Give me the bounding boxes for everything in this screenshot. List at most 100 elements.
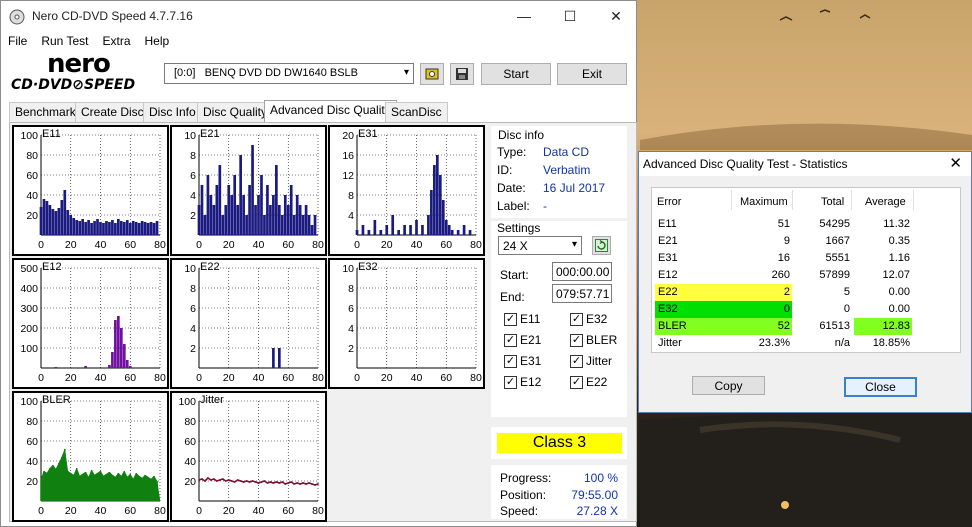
jitter-point [248, 481, 251, 483]
chart-title: E11 [42, 128, 61, 140]
checkmark-icon[interactable]: ✓ [504, 355, 517, 368]
jitter-point [218, 479, 221, 481]
checkmark-icon[interactable]: ✓ [504, 376, 517, 389]
y-tick-label: 500 [20, 263, 38, 275]
jitter-point [284, 483, 287, 485]
jitter-point [272, 482, 275, 484]
tab-advanced-disc-quality[interactable]: Advanced Disc Quality [264, 100, 397, 123]
bar-e11 [93, 221, 96, 235]
maximum-cell: 23.3% [758, 337, 790, 349]
tab-benchmark[interactable]: Benchmark [9, 102, 82, 122]
checkmark-icon[interactable]: ✓ [570, 313, 583, 326]
bar-e21 [215, 185, 219, 235]
statistics-row: E21 9 1667 0.35 [654, 233, 958, 250]
menu-file[interactable]: File [1, 32, 34, 52]
error-cell: E22 [658, 286, 678, 298]
nero-main-window: Nero CD-DVD Speed 4.7.7.16 — ☐ ✕ File Ru… [0, 0, 637, 527]
maximum-cell: 52 [777, 320, 790, 332]
y-tick-label: 40 [26, 456, 38, 468]
checkmark-icon[interactable]: ✓ [504, 334, 517, 347]
bar-e11 [57, 208, 61, 235]
bar-e11 [134, 222, 138, 235]
bar-e31 [433, 165, 436, 235]
error-cell: Jitter [658, 337, 682, 349]
bar-e12 [114, 320, 117, 368]
exit-button[interactable]: Exit [557, 63, 627, 85]
y-tick-label: 20 [342, 130, 354, 142]
refresh-button[interactable] [592, 236, 611, 255]
tab-scandisc[interactable]: ScanDisc [385, 102, 448, 122]
y-tick-label: 2 [190, 210, 196, 222]
tab-disc-info[interactable]: Disc Info [143, 102, 202, 122]
statistics-table: Error Maximum Total Average E11 51 54295 11.32 E… [651, 187, 961, 353]
chart-title: E32 [358, 261, 378, 273]
checkmark-icon[interactable]: ✓ [570, 376, 583, 389]
maximize-icon[interactable]: ☐ [547, 1, 593, 31]
x-tick-label: 80 [312, 239, 324, 251]
start-button[interactable]: Start [481, 63, 551, 85]
y-tick-label: 6 [190, 303, 196, 315]
bar-e21 [295, 195, 299, 235]
speed-select[interactable]: 24 X ▾ [498, 236, 582, 255]
close-icon[interactable]: ✕ [593, 1, 639, 31]
id-label: ID: [497, 163, 513, 177]
jitter-point [314, 484, 316, 486]
bar-e21 [283, 195, 287, 235]
bar-e21 [221, 215, 225, 235]
x-tick-label: 40 [95, 239, 107, 251]
save-button[interactable] [450, 63, 474, 85]
column-header: Error [657, 196, 682, 208]
end-input[interactable]: 079:57.71 [552, 284, 612, 303]
chart-title: BLER [42, 394, 71, 406]
drive-select[interactable]: [0:0] BENQ DVD DD DW1640 BSLB ▾ [164, 63, 414, 84]
logo-bottom-text: CD·DVD⊘SPEED [11, 77, 136, 93]
total-cell: n/a [834, 337, 850, 349]
chart-svg-e22: E221086420 20 40 60 80 [184, 261, 324, 384]
x-tick-label: 40 [411, 372, 423, 384]
tab-disc-quality[interactable]: Disc Quality [197, 102, 274, 122]
close-button[interactable]: Close [844, 377, 917, 397]
jitter-point [311, 483, 313, 485]
bar-e11 [143, 222, 147, 235]
checkmark-icon[interactable]: ✓ [504, 313, 517, 326]
bar-e11 [140, 221, 144, 235]
jitter-point [201, 478, 203, 480]
disc-info-heading: Disc info [498, 128, 545, 142]
speed-label: Speed: [500, 504, 539, 518]
bar-e21 [304, 205, 308, 235]
tab-create-disc[interactable]: Create Disc [75, 102, 150, 122]
total-cell: 54295 [819, 218, 850, 230]
bar-e12 [128, 366, 132, 368]
minimize-icon[interactable]: — [501, 1, 547, 31]
menu-help[interactable]: Help [138, 32, 177, 52]
x-tick-label: 20 [65, 505, 77, 517]
column-divider [792, 190, 793, 210]
bar-e21 [277, 205, 281, 235]
drive-info-button[interactable] [420, 63, 444, 85]
bar-e31 [447, 225, 451, 235]
bar-e31 [385, 225, 389, 235]
bar-e11 [117, 219, 120, 235]
jitter-point [287, 482, 290, 484]
statistics-row: E22 2 5 0.00 [654, 284, 958, 301]
chart-title: Jitter [200, 394, 224, 406]
y-tick-label: 8 [190, 150, 196, 162]
start-input[interactable]: 000:00.00 [552, 262, 612, 281]
copy-button[interactable]: Copy [692, 376, 765, 395]
bar-e31 [403, 225, 406, 235]
y-tick-label: 6 [190, 170, 196, 182]
statistics-row: E32 0 0 0.00 [654, 301, 958, 318]
nero-logo: nero CD·DVD⊘SPEED [9, 49, 159, 97]
y-tick-label: 8 [348, 190, 354, 202]
bar-e11 [155, 221, 159, 235]
checkmark-icon[interactable]: ✓ [570, 355, 583, 368]
y-tick-label: 2 [348, 343, 354, 355]
x-tick-label: 60 [440, 372, 452, 384]
bar-e11 [75, 220, 79, 235]
close-icon[interactable]: ✕ [949, 154, 962, 172]
bar-e21 [272, 195, 275, 235]
jitter-point [242, 481, 245, 483]
bar-e11 [90, 223, 93, 235]
id-value: Verbatim [543, 163, 591, 177]
checkmark-icon[interactable]: ✓ [570, 334, 583, 347]
